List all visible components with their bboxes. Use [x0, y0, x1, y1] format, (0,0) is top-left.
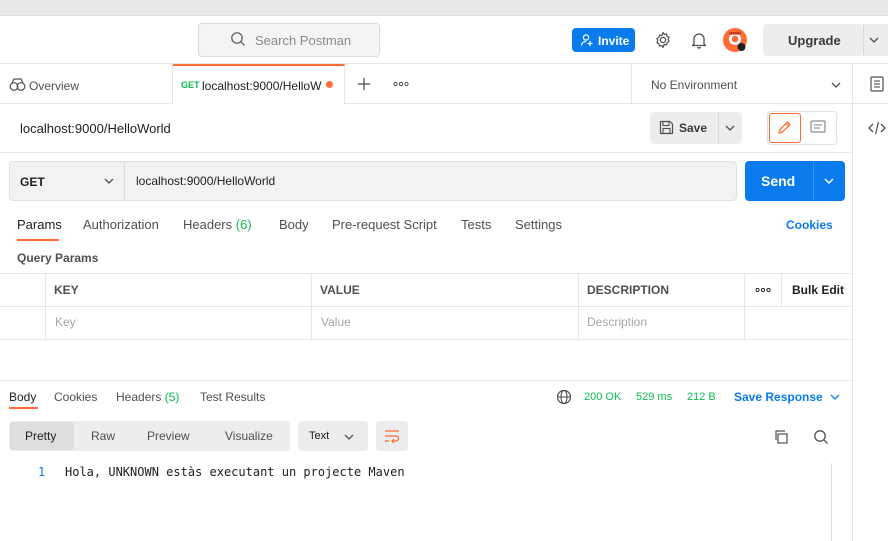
method-label: GET [20, 175, 45, 189]
unsaved-dot-icon [326, 81, 333, 88]
search-icon [230, 31, 246, 47]
description-input[interactable]: Description [587, 315, 647, 329]
active-tab-indicator [17, 239, 59, 241]
active-tab-indicator [9, 407, 38, 409]
view-pretty[interactable]: Pretty [25, 429, 56, 443]
value-input[interactable]: Value [321, 315, 351, 329]
column-divider [781, 273, 782, 307]
tab-overview-label: Overview [29, 79, 80, 93]
chevron-down-icon [344, 433, 354, 441]
tab-params[interactable]: Params [17, 217, 62, 232]
new-tab-plus-icon[interactable] [357, 77, 371, 91]
response-tab-cookies[interactable]: Cookies [54, 390, 97, 404]
chevron-down-icon [824, 177, 834, 185]
pencil-icon [777, 120, 792, 135]
response-headers-count: (5) [164, 390, 180, 404]
response-size[interactable]: 212 B [687, 391, 716, 403]
right-sidebar [852, 64, 888, 541]
send-label: Send [761, 173, 796, 189]
chevron-down-icon [831, 81, 841, 89]
column-divider [45, 273, 46, 340]
view-preview[interactable]: Preview [147, 429, 190, 443]
save-label: Save [679, 121, 708, 135]
response-time[interactable]: 529 ms [636, 391, 672, 403]
query-params-title: Query Params [17, 251, 99, 265]
tab-headers-count: (6) [235, 217, 252, 232]
tab-request-title: localhost:9000/HelloW [202, 79, 322, 93]
invite-label: Invite [598, 34, 630, 48]
search-icon[interactable] [813, 429, 829, 445]
app-header [0, 16, 888, 64]
chevron-down-icon [869, 36, 879, 44]
response-tab-body[interactable]: Body [9, 390, 36, 404]
tab-body[interactable]: Body [279, 217, 309, 232]
column-header-key: KEY [54, 283, 79, 297]
line-number: 1 [38, 465, 46, 479]
response-divider[interactable] [0, 380, 852, 381]
view-visualize[interactable]: Visualize [225, 429, 273, 443]
column-divider [311, 273, 312, 340]
chevron-down-icon [104, 177, 114, 185]
tab-authorization[interactable]: Authorization [83, 217, 159, 232]
chevron-down-icon [830, 393, 840, 401]
copy-icon[interactable] [773, 429, 789, 445]
column-divider [744, 273, 745, 340]
url-text: localhost:9000/HelloWorld [136, 174, 276, 188]
save-disk-icon [659, 120, 674, 135]
documentation-icon[interactable] [810, 120, 826, 134]
window-top-strip [0, 0, 888, 16]
cookies-link[interactable]: Cookies [786, 218, 833, 232]
code-snippet-icon[interactable] [868, 121, 886, 135]
notifications-bell-icon[interactable] [691, 31, 707, 49]
overview-icon [9, 78, 26, 92]
more-tabs-icon[interactable] [393, 81, 409, 87]
response-body-text[interactable]: Hola, UNKNOWN estàs executant un project… [65, 465, 405, 479]
add-user-icon [580, 33, 594, 47]
response-headers-label: Headers [116, 390, 162, 404]
tab-tests[interactable]: Tests [461, 217, 491, 232]
settings-gear-icon[interactable] [654, 31, 672, 49]
more-options-icon[interactable] [755, 287, 771, 293]
upgrade-label: Upgrade [788, 33, 841, 48]
column-header-value: VALUE [320, 283, 360, 297]
status-code[interactable]: 200 OK [584, 391, 621, 403]
key-input[interactable]: Key [55, 315, 76, 329]
scrollbar[interactable] [831, 463, 845, 541]
request-name[interactable]: localhost:9000/HelloWorld [20, 121, 171, 136]
bulk-edit-button[interactable]: Bulk Edit [792, 283, 844, 297]
environment-quicklook-icon[interactable] [870, 76, 884, 92]
tab-prerequest-script[interactable]: Pre-request Script [332, 217, 437, 232]
response-tab-headers[interactable]: Headers (5) [116, 390, 179, 404]
wrap-lines-icon [384, 429, 400, 443]
column-divider [578, 273, 579, 340]
table-row-divider [0, 306, 852, 307]
search-placeholder: Search Postman [255, 33, 352, 48]
tab-headers[interactable]: Headers (6) [183, 217, 252, 232]
format-label: Text [309, 430, 330, 442]
response-tab-test-results[interactable]: Test Results [200, 390, 265, 404]
tab-headers-label: Headers [183, 217, 233, 232]
avatar[interactable] [722, 27, 748, 53]
tab-method-badge: GET [181, 80, 200, 90]
tab-settings[interactable]: Settings [515, 217, 562, 232]
chevron-down-icon [725, 124, 735, 132]
save-response-button[interactable]: Save Response [734, 390, 823, 404]
globe-icon[interactable] [556, 389, 572, 405]
column-header-description: DESCRIPTION [587, 283, 670, 297]
view-raw[interactable]: Raw [91, 429, 115, 443]
divider [0, 152, 852, 153]
environment-label: No Environment [651, 78, 738, 92]
